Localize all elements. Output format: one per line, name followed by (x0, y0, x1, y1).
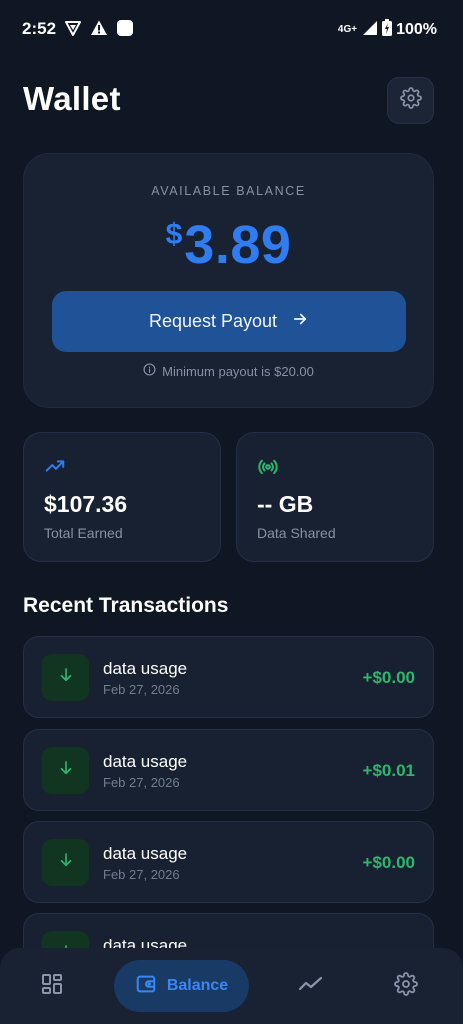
request-payout-button[interactable]: Request Payout (52, 291, 406, 352)
battery-percent: 100% (396, 21, 437, 38)
request-payout-label: Request Payout (148, 311, 278, 331)
transaction-title: data usage (103, 844, 188, 863)
nav-balance-label: Balance (166, 977, 229, 994)
signal-icon (362, 20, 378, 41)
total-earned-value: $107.36 (44, 491, 128, 517)
transaction-title: data usage (103, 752, 188, 771)
balance-currency: $ (165, 218, 183, 251)
broadcast-icon (257, 455, 279, 482)
settings-button[interactable] (387, 77, 434, 124)
recent-transactions-title: Recent Transactions (23, 594, 229, 617)
balance-card: AVAILABLE BALANCE $3.89 Request Payout M… (23, 153, 434, 408)
transaction-date: Feb 27, 2026 (103, 682, 180, 697)
min-payout-note: Minimum payout is $20.00 (24, 363, 433, 379)
nav-settings[interactable] (382, 960, 430, 1012)
transaction-icon-box (42, 654, 89, 701)
trending-up-icon (44, 455, 66, 482)
transaction-icon-box (42, 839, 89, 886)
transaction-date: Feb 27, 2026 (103, 775, 180, 790)
arrow-right-icon (291, 310, 309, 333)
transaction-title: data usage (103, 659, 188, 678)
data-shared-card: -- GB Data Shared (236, 432, 434, 562)
transaction-date: Feb 27, 2026 (103, 867, 180, 882)
activity-chart-icon (298, 972, 324, 1001)
transaction-amount: +$0.00 (362, 668, 415, 687)
total-earned-label: Total Earned (44, 525, 123, 541)
dashboard-icon (40, 972, 64, 1001)
info-icon (143, 363, 156, 379)
page-title: Wallet (23, 80, 121, 117)
wallet-icon (135, 973, 157, 1000)
transaction-row[interactable]: data usage Feb 27, 2026 +$0.00 (23, 821, 434, 903)
wallet-screen: 2:52 4G+ 100% Wallet AVAILABLE BALANCE $… (0, 0, 463, 1024)
notification-icons (64, 19, 134, 42)
nav-balance[interactable]: Balance (114, 960, 249, 1012)
transaction-row[interactable]: data usage Feb 27, 2026 +$0.00 (23, 636, 434, 718)
app-notification-icon (116, 19, 134, 42)
battery-icon (382, 19, 393, 41)
balance-value: 3.89 (184, 215, 292, 275)
nav-dashboard[interactable] (28, 960, 76, 1012)
balance-amount: $3.89 (24, 214, 433, 276)
min-payout-text: Minimum payout is $20.00 (162, 363, 314, 379)
network-type: 4G+ (337, 24, 358, 35)
total-earned-card: $107.36 Total Earned (23, 432, 221, 562)
warning-icon (90, 19, 108, 42)
data-shared-label: Data Shared (257, 525, 336, 541)
transaction-icon-box (42, 747, 89, 794)
status-bar: 2:52 4G+ 100% (0, 0, 463, 58)
status-time: 2:52 (22, 19, 57, 38)
transaction-amount: +$0.00 (362, 853, 415, 872)
bottom-navigation: Balance (0, 948, 463, 1024)
data-shared-value: -- GB (257, 491, 314, 517)
gear-icon (394, 971, 418, 1001)
arrow-down-icon (57, 759, 75, 782)
nav-stats[interactable] (287, 960, 335, 1012)
arrow-down-icon (57, 666, 75, 689)
available-balance-label: AVAILABLE BALANCE (151, 184, 306, 198)
gear-icon (399, 87, 422, 114)
transaction-row[interactable]: data usage Feb 27, 2026 +$0.01 (23, 729, 434, 811)
status-right: 4G+ 100% (338, 19, 437, 41)
vpn-shield-icon (64, 19, 82, 42)
transaction-amount: +$0.01 (362, 761, 415, 780)
arrow-down-icon (57, 851, 75, 874)
